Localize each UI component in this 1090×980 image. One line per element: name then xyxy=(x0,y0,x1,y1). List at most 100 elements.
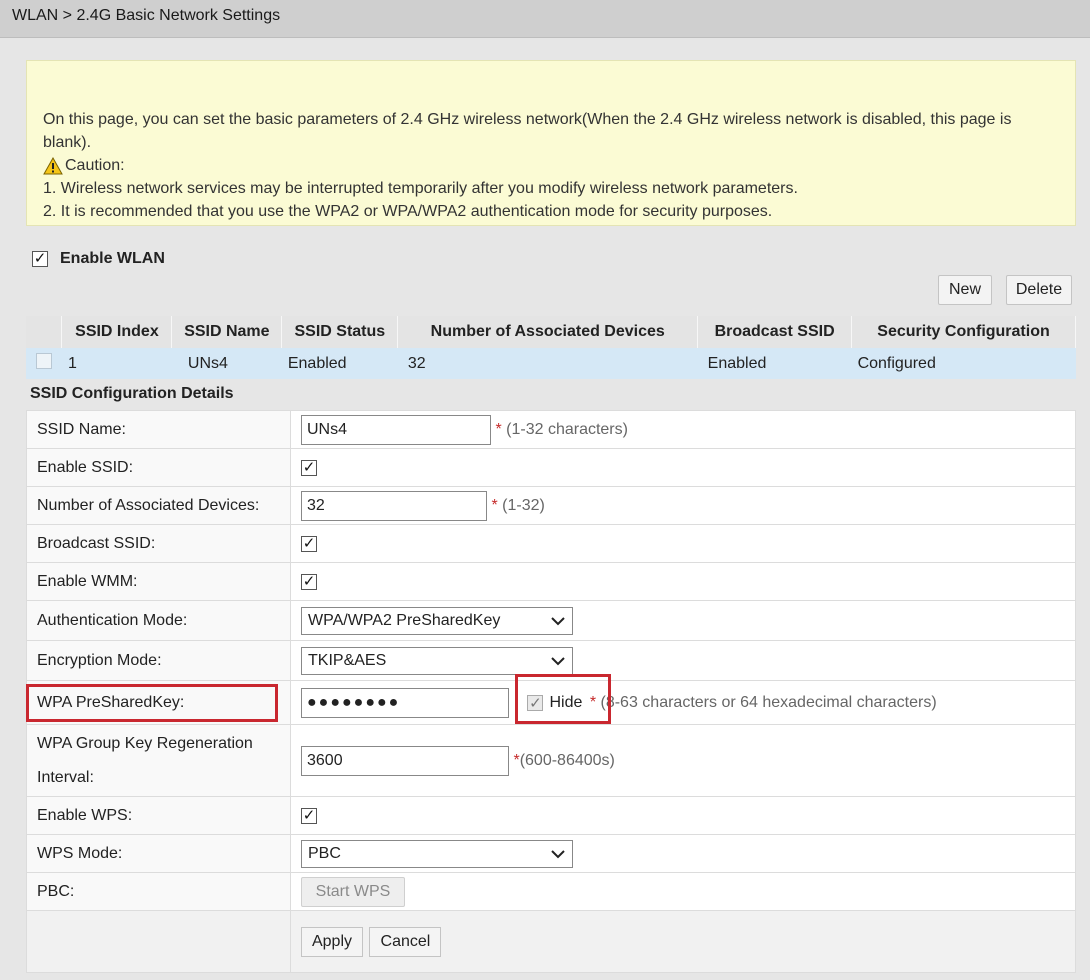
row-actions: Apply Cancel xyxy=(26,910,1076,973)
enable-ssid-checkbox[interactable]: ✓ xyxy=(301,459,317,476)
cancel-button[interactable]: Cancel xyxy=(369,926,442,957)
psk-hide-toggle[interactable]: ✓ Hide xyxy=(527,694,582,712)
enable-wps-cell: ✓ xyxy=(290,796,1076,835)
row-checkbox[interactable] xyxy=(35,353,52,369)
enable-wmm-cell: ✓ xyxy=(290,562,1076,601)
wps-mode-select[interactable]: PBC xyxy=(301,839,573,868)
required-mark: * xyxy=(491,496,498,514)
enable-ssid-cell: ✓ xyxy=(290,448,1076,487)
wps-mode-label: WPS Mode: xyxy=(26,834,291,873)
start-wps-button[interactable]: Start WPS xyxy=(301,876,405,907)
notice-item-2: 2. It is recommended that you use the WP… xyxy=(43,203,773,220)
cell-ssid-index: 1 xyxy=(61,348,172,379)
broadcast-ssid-cell: ✓ xyxy=(290,524,1076,563)
header-assoc-devices: Number of Associated Devices xyxy=(397,316,699,348)
ssid-table-header: SSID Index SSID Name SSID Status Number … xyxy=(26,316,1076,348)
psk-hide-checkbox[interactable]: ✓ xyxy=(527,694,544,712)
group-key-input[interactable] xyxy=(301,745,509,776)
group-key-label-line1: WPA Group Key Regeneration xyxy=(37,734,253,752)
assoc-devices-hint: (1-32) xyxy=(502,496,545,514)
ssid-config-form: SSID Name: * (1-32 characters) Enable SS… xyxy=(26,410,1076,973)
group-key-label: WPA Group Key Regeneration Interval: xyxy=(26,724,291,797)
auth-mode-cell: WPA/WPA2 PreSharedKey xyxy=(290,600,1076,641)
warning-icon xyxy=(43,156,63,174)
row-ssid-name: SSID Name: * (1-32 characters) xyxy=(26,410,1076,449)
chevron-down-icon xyxy=(551,656,565,665)
header-ssid-status: SSID Status xyxy=(281,316,399,348)
auth-mode-value: WPA/WPA2 PreSharedKey xyxy=(308,611,501,629)
header-select xyxy=(26,316,63,348)
required-mark: * xyxy=(495,420,502,438)
assoc-devices-input[interactable] xyxy=(301,490,487,521)
section-title: SSID Configuration Details xyxy=(30,385,234,402)
actions-spacer xyxy=(26,910,291,973)
ssid-name-input[interactable] xyxy=(301,414,491,445)
header-ssid-index: SSID Index xyxy=(61,316,173,348)
row-wps-mode: WPS Mode: PBC xyxy=(26,834,1076,873)
cell-security-config: Configured xyxy=(851,348,1076,379)
row-assoc-devices: Number of Associated Devices: * (1-32) xyxy=(26,486,1076,525)
enable-wlan: ✓ Enable WLAN xyxy=(32,250,165,268)
psk-cell: ●●●●●●●● ✓ Hide * (8-63 characters or 64… xyxy=(290,680,1076,725)
enable-wmm-label: Enable WMM: xyxy=(26,562,291,601)
auth-mode-select[interactable]: WPA/WPA2 PreSharedKey xyxy=(301,606,573,635)
ssid-name-hint: (1-32 characters) xyxy=(506,420,628,438)
ssid-name-cell: * (1-32 characters) xyxy=(290,410,1076,449)
broadcast-ssid-checkbox[interactable]: ✓ xyxy=(301,535,317,552)
chevron-down-icon xyxy=(551,616,565,625)
new-button[interactable]: New xyxy=(938,275,992,305)
delete-button[interactable]: Delete xyxy=(1006,275,1072,305)
enable-ssid-label: Enable SSID: xyxy=(26,448,291,487)
notice-item-1: 1. Wireless network services may be inte… xyxy=(43,180,798,197)
group-key-label-line2: Interval: xyxy=(37,768,94,786)
row-psk: WPA PreSharedKey: ●●●●●●●● ✓ Hide * (8-6… xyxy=(26,680,1076,725)
group-key-hint: (600-86400s) xyxy=(519,751,615,769)
cell-assoc-devices: 32 xyxy=(397,348,698,379)
psk-input[interactable]: ●●●●●●●● xyxy=(301,687,509,718)
caution-line: Caution: xyxy=(43,154,1059,177)
enable-wps-checkbox[interactable]: ✓ xyxy=(301,807,317,824)
row-enable-ssid: Enable SSID: ✓ xyxy=(26,448,1076,487)
encryption-mode-cell: TKIP&AES xyxy=(290,640,1076,681)
chevron-down-icon xyxy=(551,849,565,858)
ssid-name-label: SSID Name: xyxy=(26,410,291,449)
main-content: On this page, you can set the basic para… xyxy=(0,38,1090,980)
psk-label: WPA PreSharedKey: xyxy=(26,680,291,725)
auth-mode-label: Authentication Mode: xyxy=(26,600,291,641)
enable-wmm-checkbox[interactable]: ✓ xyxy=(301,573,317,590)
cell-ssid-name: UNs4 xyxy=(171,348,282,379)
enable-wps-label: Enable WPS: xyxy=(26,796,291,835)
row-enable-wps: Enable WPS: ✓ xyxy=(26,796,1076,835)
assoc-devices-cell: * (1-32) xyxy=(290,486,1076,525)
header-ssid-name: SSID Name xyxy=(171,316,283,348)
breadcrumb: WLAN > 2.4G Basic Network Settings xyxy=(0,0,1090,38)
pbc-cell: Start WPS xyxy=(290,872,1076,911)
notice-intro: On this page, you can set the basic para… xyxy=(43,111,1012,151)
cell-ssid-status: Enabled xyxy=(281,348,398,379)
row-auth-mode: Authentication Mode: WPA/WPA2 PreSharedK… xyxy=(26,600,1076,641)
header-broadcast-ssid: Broadcast SSID xyxy=(697,316,853,348)
encryption-mode-label: Encryption Mode: xyxy=(26,640,291,681)
actions-cell: Apply Cancel xyxy=(290,910,1076,973)
encryption-mode-value: TKIP&AES xyxy=(308,651,387,669)
row-select-cell xyxy=(26,348,62,379)
enable-wlan-label: Enable WLAN xyxy=(60,250,165,267)
apply-button[interactable]: Apply xyxy=(301,926,363,957)
group-key-cell: *(600-86400s) xyxy=(290,724,1076,797)
header-security-config: Security Configuration xyxy=(851,316,1076,348)
psk-hide-label: Hide xyxy=(549,693,583,711)
wps-mode-cell: PBC xyxy=(290,834,1076,873)
enable-wlan-checkbox[interactable]: ✓ xyxy=(32,251,48,267)
row-group-key: WPA Group Key Regeneration Interval: *(6… xyxy=(26,724,1076,797)
table-row[interactable]: 1 UNs4 Enabled 32 Enabled Configured xyxy=(26,348,1076,379)
required-mark: * xyxy=(589,693,597,711)
row-encryption-mode: Encryption Mode: TKIP&AES xyxy=(26,640,1076,681)
info-notice: On this page, you can set the basic para… xyxy=(26,60,1076,226)
assoc-devices-label: Number of Associated Devices: xyxy=(26,486,291,525)
broadcast-ssid-label: Broadcast SSID: xyxy=(26,524,291,563)
cell-broadcast-ssid: Enabled xyxy=(697,348,852,379)
row-enable-wmm: Enable WMM: ✓ xyxy=(26,562,1076,601)
encryption-mode-select[interactable]: TKIP&AES xyxy=(301,646,573,675)
pbc-label: PBC: xyxy=(26,872,291,911)
caution-label: Caution: xyxy=(65,157,125,174)
